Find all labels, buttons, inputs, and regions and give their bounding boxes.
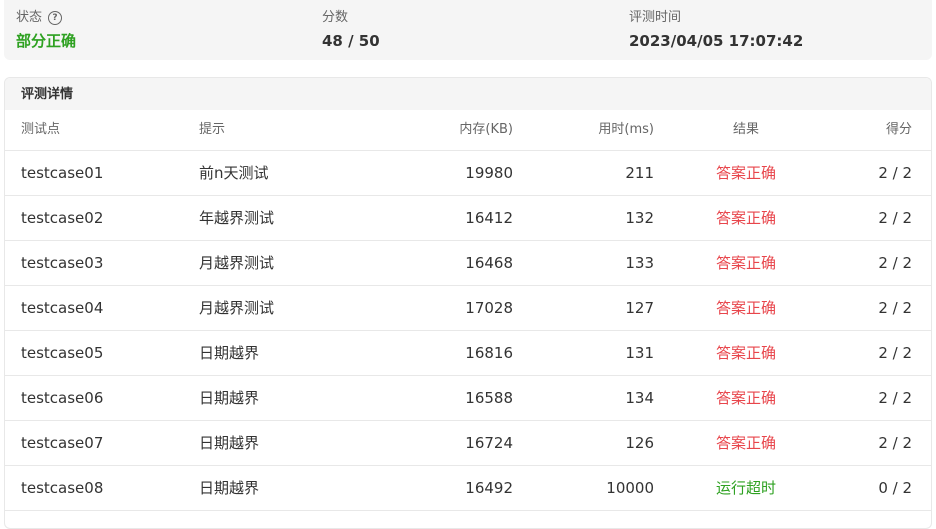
row-memory: 16588 xyxy=(465,389,513,407)
status-value: 部分正确 xyxy=(16,32,77,50)
row-score: 2 / 2 xyxy=(878,434,912,452)
row-time: 134 xyxy=(625,389,654,407)
row-time: 133 xyxy=(625,254,654,272)
row-case: testcase05 xyxy=(21,344,104,362)
row-score: 2 / 2 xyxy=(878,209,912,227)
row-result: 运行超时 xyxy=(716,479,777,497)
table-row: testcase08 日期越界 16492 10000 运行超时 0 / 2 xyxy=(5,466,931,511)
row-score: 2 / 2 xyxy=(878,254,912,272)
judge-time-value: 2023/04/05 17:07:42 xyxy=(629,32,804,50)
row-score: 2 / 2 xyxy=(878,389,912,407)
row-hint: 日期越界 xyxy=(199,389,260,407)
submission-summary: 状态 ? 部分正确 分数 48 / 50 评测时间 2023/04/05 17:… xyxy=(4,0,932,60)
column-header-time: 用时(ms) xyxy=(598,122,654,137)
row-case: testcase02 xyxy=(21,209,104,227)
row-hint: 日期越界 xyxy=(199,434,260,452)
judge-time-section: 评测时间 2023/04/05 17:07:42 xyxy=(629,9,803,51)
question-circle-icon[interactable]: ? xyxy=(48,11,63,25)
row-result: 答案正确 xyxy=(716,254,777,272)
row-time: 211 xyxy=(625,164,654,182)
row-time: 127 xyxy=(625,299,654,317)
row-result: 答案正确 xyxy=(716,299,777,317)
column-header-memory: 内存(KB) xyxy=(459,122,513,137)
table-row: testcase04 月越界测试 17028 127 答案正确 2 / 2 xyxy=(5,286,931,331)
row-hint: 日期越界 xyxy=(199,344,260,362)
column-header-hint: 提示 xyxy=(199,122,226,137)
row-time: 131 xyxy=(625,344,654,362)
table-row: testcase01 前n天测试 19980 211 答案正确 2 / 2 xyxy=(5,151,931,196)
table-row: testcase05 日期越界 16816 131 答案正确 2 / 2 xyxy=(5,331,931,376)
row-hint: 年越界测试 xyxy=(199,209,275,227)
judge-time-label: 评测时间 xyxy=(629,10,682,25)
judge-details-panel: 评测详情 测试点 提示 内存(KB) 用时(ms) 结果 得分 testcase… xyxy=(4,77,932,529)
row-case: testcase07 xyxy=(21,434,104,452)
panel-title: 评测详情 xyxy=(5,78,931,110)
row-hint: 日期越界 xyxy=(199,479,260,497)
row-hint: 月越界测试 xyxy=(199,299,275,317)
row-result: 答案正确 xyxy=(716,389,777,407)
row-memory: 16468 xyxy=(465,254,513,272)
row-score: 2 / 2 xyxy=(878,299,912,317)
score-section: 分数 48 / 50 xyxy=(322,9,380,51)
row-memory: 16816 xyxy=(465,344,513,362)
table-row: testcase03 月越界测试 16468 133 答案正确 2 / 2 xyxy=(5,241,931,286)
row-case: testcase04 xyxy=(21,299,104,317)
row-score: 2 / 2 xyxy=(878,344,912,362)
status-section: 状态 ? 部分正确 xyxy=(16,9,76,51)
row-time: 132 xyxy=(625,209,654,227)
row-memory: 16492 xyxy=(465,479,513,497)
row-case: testcase08 xyxy=(21,479,104,497)
row-case: testcase01 xyxy=(21,164,104,182)
column-header-case: 测试点 xyxy=(21,122,61,137)
row-time: 126 xyxy=(625,434,654,452)
row-result: 答案正确 xyxy=(716,434,777,452)
row-result: 答案正确 xyxy=(716,209,777,227)
row-result: 答案正确 xyxy=(716,344,777,362)
row-time: 10000 xyxy=(606,479,654,497)
row-memory: 19980 xyxy=(465,164,513,182)
status-label-row: 状态 ? xyxy=(16,9,76,27)
row-case: testcase06 xyxy=(21,389,104,407)
column-header-score: 得分 xyxy=(885,122,912,137)
row-score: 2 / 2 xyxy=(878,164,912,182)
row-hint: 月越界测试 xyxy=(199,254,275,272)
table-row: testcase06 日期越界 16588 134 答案正确 2 / 2 xyxy=(5,376,931,421)
table-row: testcase02 年越界测试 16412 132 答案正确 2 / 2 xyxy=(5,196,931,241)
row-result: 答案正确 xyxy=(716,164,777,182)
row-score: 0 / 2 xyxy=(878,479,912,497)
status-label: 状态 xyxy=(16,10,43,25)
row-memory: 17028 xyxy=(465,299,513,317)
row-case: testcase03 xyxy=(21,254,104,272)
row-memory: 16724 xyxy=(465,434,513,452)
score-value: 48 / 50 xyxy=(322,32,380,50)
row-memory: 16412 xyxy=(465,209,513,227)
table-header: 测试点 提示 内存(KB) 用时(ms) 结果 得分 xyxy=(5,110,931,151)
row-hint: 前n天测试 xyxy=(199,164,269,182)
score-label: 分数 xyxy=(322,10,349,25)
table-row: testcase07 日期越界 16724 126 答案正确 2 / 2 xyxy=(5,421,931,466)
column-header-result: 结果 xyxy=(732,122,759,137)
